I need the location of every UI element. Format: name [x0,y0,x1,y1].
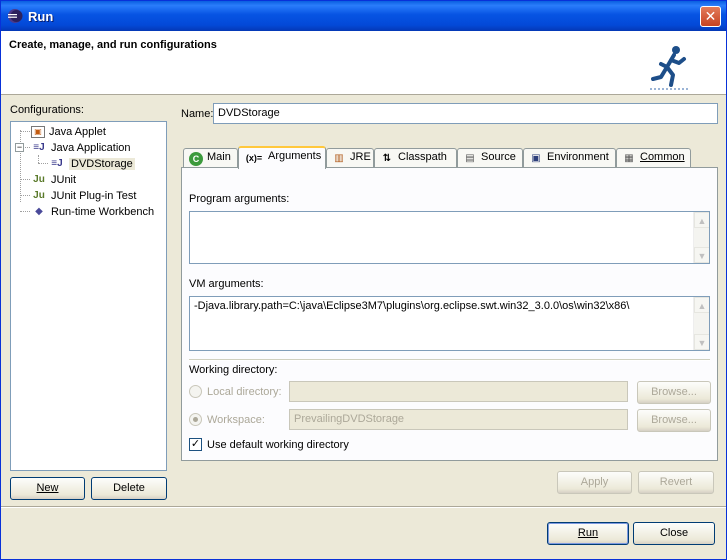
main-tab-icon: C [189,152,203,166]
tree-item-dvdstorage[interactable]: ≡J DVDStorage [49,156,135,172]
arguments-tab-icon: (x)= [245,153,263,163]
java-launch-icon: ≡J [51,158,63,169]
tab-environment[interactable]: ▣ Environment [523,148,616,168]
workbench-icon: ◆ [35,206,43,217]
name-label: Name: [181,108,214,120]
use-default-checkbox[interactable]: ✓ [189,438,202,451]
tree-item-junit[interactable]: Ju JUnit [31,172,76,188]
delete-button[interactable]: Delete [91,477,167,500]
scroll-down-icon[interactable]: ▼ [694,247,709,263]
tab-classpath[interactable]: ⇅ Classpath [374,148,457,168]
tab-arguments[interactable]: (x)= Arguments [238,146,326,169]
tree-item-junit-plugin-test[interactable]: Ju JUnit Plug-in Test [31,188,136,204]
close-window-button[interactable]: ✕ [700,6,721,27]
dialog-header: Create, manage, and run configurations [1,31,726,95]
title-bar[interactable]: Run ✕ [1,1,726,31]
run-button[interactable]: Run [547,522,629,545]
tab-main[interactable]: C Main [183,148,238,168]
program-arguments-textarea[interactable]: ▲ ▼ [189,211,710,264]
configurations-label: Configurations: [10,104,84,116]
source-tab-icon: ▤ [465,153,475,164]
tree-item-java-applet[interactable]: ▣ Java Applet [31,124,106,140]
eclipse-icon [8,9,23,23]
run-dialog: Run ✕ Create, manage, and run configurat… [0,0,727,560]
vm-arguments-textarea[interactable]: -Djava.library.path=C:\java\Eclipse3M7\p… [189,296,710,351]
browse-local-button[interactable]: Browse... [637,381,711,404]
working-directory-label: Working directory: [189,364,278,376]
tree-item-java-application[interactable]: ≡J Java Application [31,140,130,156]
new-button[interactable]: New [10,477,85,500]
junit-icon: Ju [33,174,45,185]
tab-jre[interactable]: ▥ JRE [326,148,374,168]
scroll-up-icon[interactable]: ▲ [694,297,709,313]
header-description: Create, manage, and run configurations [9,39,217,51]
configuration-tree[interactable]: − ▣ Java Applet ≡J Java Application ≡J DVDS… [10,121,167,471]
local-directory-input[interactable] [289,381,628,402]
jre-tab-icon: ▥ [334,153,344,164]
scroll-up-icon[interactable]: ▲ [694,212,709,228]
vm-arguments-scrollbar[interactable]: ▲ ▼ [693,297,709,350]
arguments-panel: Program arguments: ▲ ▼ VM arguments: -Dj… [181,167,718,461]
java-applet-icon: ▣ [31,126,45,138]
junit-plugin-icon: Ju [33,190,45,201]
revert-button[interactable]: Revert [638,471,714,494]
name-input[interactable]: DVDStorage [213,103,718,124]
workspace-radio[interactable] [189,413,202,426]
use-default-label: Use default working directory [207,439,349,451]
program-arguments-scrollbar[interactable]: ▲ ▼ [693,212,709,263]
tab-common[interactable]: ▦ Common [616,148,691,168]
classpath-tab-icon: ⇅ [382,153,392,164]
program-arguments-label: Program arguments: [189,193,290,205]
apply-button[interactable]: Apply [557,471,632,494]
close-button[interactable]: Close [633,522,715,545]
vm-arguments-label: VM arguments: [189,278,264,290]
tree-collapse-toggle[interactable]: − [15,143,24,152]
window-title: Run [28,9,54,24]
java-application-icon: ≡J [33,142,45,153]
local-directory-label: Local directory: [207,386,282,398]
local-directory-radio[interactable] [189,385,202,398]
workspace-input[interactable]: PrevailingDVDStorage [289,409,628,430]
environment-tab-icon: ▣ [531,153,541,164]
workspace-label: Workspace: [207,414,265,426]
common-tab-icon: ▦ [624,153,634,164]
browse-workspace-button[interactable]: Browse... [637,409,711,432]
tree-item-runtime-workbench[interactable]: ◆ Run-time Workbench [31,204,154,220]
runner-icon [649,43,693,91]
tab-source[interactable]: ▤ Source [457,148,523,168]
scroll-down-icon[interactable]: ▼ [694,334,709,350]
close-icon: ✕ [704,8,717,24]
